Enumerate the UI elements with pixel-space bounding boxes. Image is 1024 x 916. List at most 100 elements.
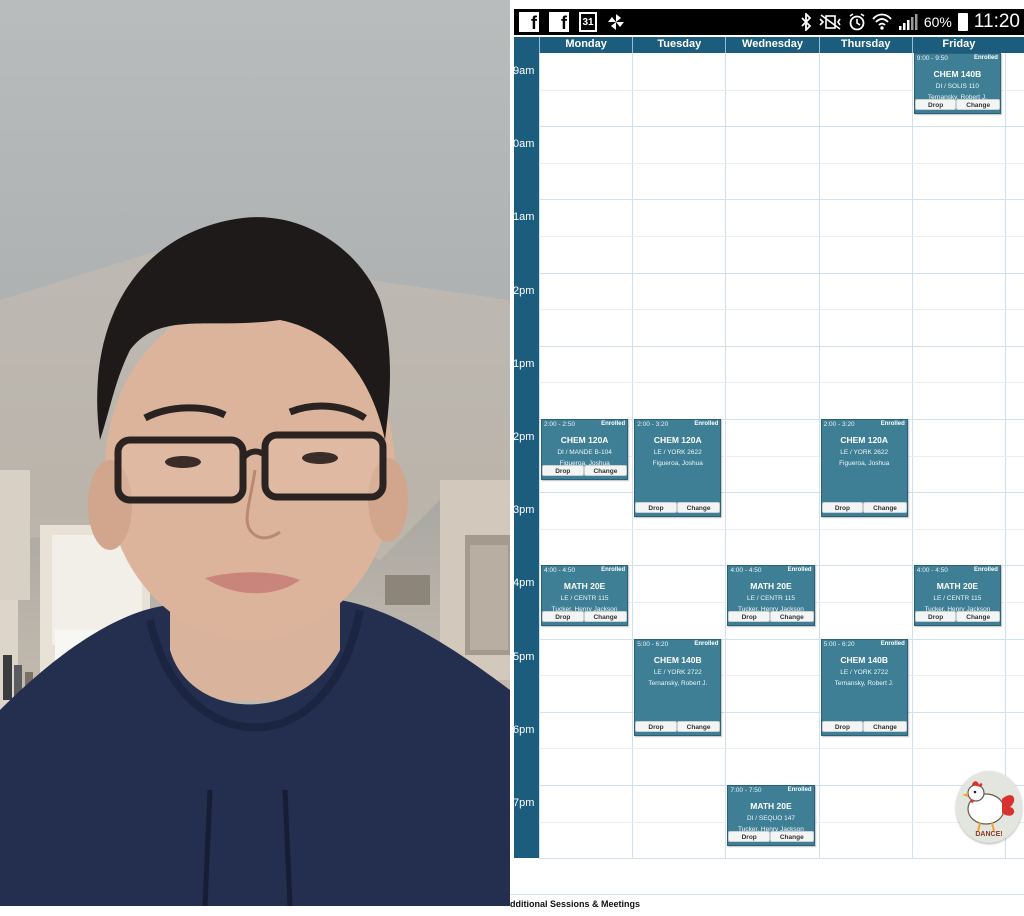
course-location: LE / CENTR 115	[933, 595, 982, 603]
change-button[interactable]: Change	[863, 721, 907, 733]
grid-hour-line	[539, 711, 1024, 713]
time-label: 6pm	[513, 723, 535, 736]
drop-button[interactable]: Drop	[914, 611, 957, 623]
grid-half-hour-line	[539, 675, 1024, 677]
drop-button[interactable]: Drop	[635, 721, 677, 733]
course-card[interactable]: 7:00 - 7:50 Enrolled MATH 20E DI / SEQUO 14…	[727, 785, 815, 846]
grid-hour-line	[539, 272, 1024, 274]
grid-hour-line	[539, 638, 1024, 640]
grid-hour-line	[539, 492, 1024, 494]
calendar-icon: 31	[579, 12, 597, 32]
day-header-tuesday: Tuesday	[632, 37, 725, 53]
facebook-icon: f	[519, 12, 539, 32]
drop-button[interactable]: Drop	[635, 501, 677, 513]
status-bar: f f 31 60% 11:20	[514, 9, 1024, 35]
course-location: LE / YORK 2722	[653, 668, 702, 676]
change-button[interactable]: Change	[676, 721, 721, 733]
grid-half-hour-line	[539, 382, 1024, 384]
weekly-schedule-grid: 9am 0am 1am 2pm 1pm 2pm 3pm 4pm 5pm 6pm 7pm Monday…	[513, 37, 1024, 860]
change-button[interactable]: Change	[583, 465, 628, 476]
enrollment-status: Enrolled	[973, 55, 998, 61]
course-time: 4:00 - 4:50	[730, 567, 762, 575]
course-card[interactable]: 5:00 - 6:20 Enrolled CHEM 140B LE / YORK 27…	[634, 638, 722, 737]
grid-half-hour-line	[539, 309, 1024, 311]
course-card[interactable]: 4:00 - 4:50 Enrolled MATH 20E LE / CENTR 11…	[541, 565, 629, 627]
drop-button[interactable]: Drop	[542, 611, 584, 623]
change-button[interactable]: Change	[863, 501, 907, 513]
signal-icon	[898, 14, 918, 30]
change-button[interactable]: Change	[770, 831, 814, 842]
enrollment-status: Enrolled	[973, 567, 998, 574]
selfie-illustration	[0, 217, 510, 906]
course-card[interactable]: 2:00 - 2:50 Enrolled CHEM 120A DI / MANDE B…	[541, 419, 629, 480]
time-label: 7pm	[513, 797, 535, 809]
day-header-friday: Friday	[911, 37, 1005, 53]
course-name: CHEM 140B	[840, 654, 889, 665]
drop-button[interactable]: Drop	[821, 501, 864, 513]
enrollment-status: Enrolled	[880, 421, 905, 427]
day-header-monday: Monday	[539, 37, 632, 53]
time-label: 3pm	[513, 504, 535, 517]
grid-hour-line	[539, 858, 1024, 860]
course-card[interactable]: 2:00 - 3:20 Enrolled CHEM 120A LE / YORK 26…	[634, 419, 722, 517]
course-location: LE / YORK 2622	[840, 449, 889, 456]
drop-button[interactable]: Drop	[728, 831, 770, 842]
course-location: LE / YORK 2722	[840, 668, 889, 676]
change-button[interactable]: Change	[956, 611, 1000, 623]
day-header-thursday: Thursday	[818, 37, 912, 53]
time-label: 1am	[513, 211, 535, 224]
dance-button[interactable]: DANCE!	[956, 771, 1022, 843]
change-button[interactable]: Change	[770, 611, 814, 623]
enrollment-status: Enrolled	[694, 421, 719, 427]
dance-label: DANCE!	[975, 831, 1003, 838]
vibrate-mute-icon	[819, 14, 841, 30]
drop-button[interactable]: Drop	[542, 465, 584, 476]
enrollment-status: Enrolled	[601, 421, 626, 427]
course-instructor: Ternansky, Robert J.	[834, 679, 894, 687]
course-name: CHEM 120A	[653, 435, 702, 445]
course-time: 4:00 - 4:50	[544, 567, 576, 575]
course-location: DI / SEQUO 147	[746, 815, 795, 822]
facebook-icon: f	[549, 12, 569, 32]
wifi-icon	[872, 13, 892, 30]
drop-button[interactable]: Drop	[821, 721, 864, 733]
enrollment-status: Enrolled	[787, 787, 812, 793]
enrollment-status: Enrolled	[787, 567, 812, 574]
additional-sessions-heading: dditional Sessions & Meetings	[510, 899, 641, 909]
time-label: 2pm	[513, 431, 535, 443]
course-card[interactable]: 4:00 - 4:50 Enrolled MATH 20E LE / CENTR 11…	[913, 565, 1001, 627]
course-time: 9:00 - 9:50	[916, 55, 948, 62]
bluetooth-icon	[801, 13, 812, 31]
course-card[interactable]: 2:00 - 3:20 Enrolled CHEM 120A LE / YORK 26…	[820, 419, 908, 517]
change-button[interactable]: Change	[583, 611, 628, 623]
time-label: 2pm	[513, 284, 535, 297]
course-location: DI / MANDE B-104	[557, 449, 612, 456]
course-time: 2:00 - 3:20	[823, 421, 855, 428]
course-card[interactable]: 4:00 - 4:50 Enrolled MATH 20E LE / CENTR 11…	[727, 565, 815, 627]
change-button[interactable]: Change	[676, 501, 721, 513]
course-card[interactable]: 5:00 - 6:20 Enrolled CHEM 140B LE / YORK 27…	[820, 638, 908, 737]
clock: 11:20	[973, 11, 1020, 32]
enrollment-status: Enrolled	[601, 567, 626, 574]
course-name: CHEM 140B	[653, 654, 702, 665]
drop-button[interactable]: Drop	[914, 99, 957, 110]
grid-half-hour-line	[539, 162, 1024, 164]
course-time: 5:00 - 6:20	[823, 640, 855, 648]
pinwheel-icon	[608, 14, 624, 30]
change-button[interactable]: Change	[956, 99, 1000, 110]
time-label: 1pm	[513, 357, 535, 370]
grid-hour-line	[539, 126, 1024, 128]
course-instructor: Ternansky, Robert J.	[648, 679, 708, 687]
drop-button[interactable]: Drop	[728, 611, 770, 623]
grid-hour-line	[539, 345, 1024, 347]
course-name: CHEM 120A	[840, 435, 889, 445]
time-label: 9am	[513, 65, 535, 77]
course-location: LE / CENTR 115	[560, 595, 609, 603]
course-location: DI / SOLIS 110	[935, 83, 979, 90]
enrollment-status: Enrolled	[694, 640, 719, 647]
course-card[interactable]: 9:00 - 9:50 Enrolled CHEM 140B DI / SOLIS 1…	[913, 53, 1001, 114]
course-time: 5:00 - 6:20	[637, 640, 669, 648]
selfie-photo	[0, 0, 510, 906]
day-header-wednesday: Wednesday	[725, 37, 818, 53]
course-name: MATH 20E	[936, 581, 979, 592]
